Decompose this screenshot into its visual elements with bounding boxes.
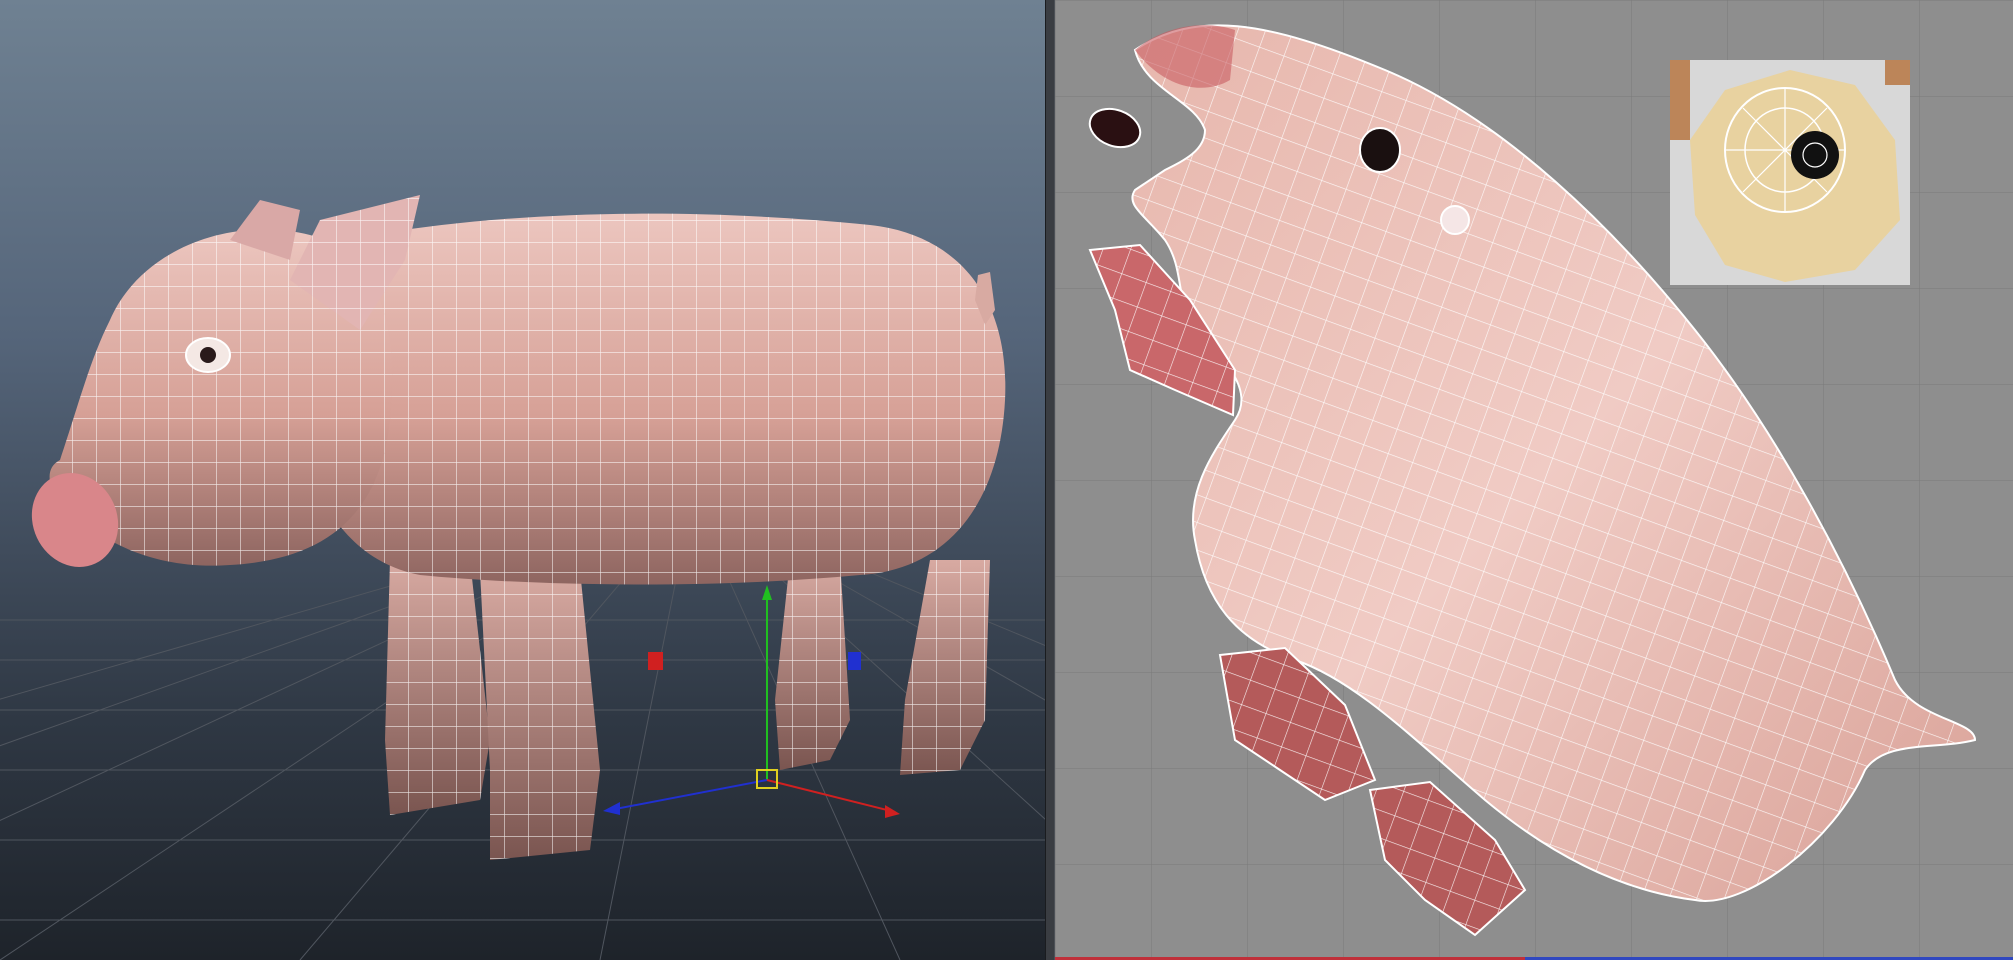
uv-ear-hole [1440,205,1470,235]
panel-divider[interactable] [1045,0,1055,960]
yz-plane-handle[interactable] [848,652,861,670]
viewport-scene [0,195,1045,960]
uv-eye-pupil [1791,131,1839,179]
y-axis-handle[interactable] [762,585,772,600]
z-axis-handle[interactable] [603,802,620,815]
uv-texture-editor[interactable] [1055,0,2013,960]
uv-eye-texture-swatch[interactable] [1670,60,1910,285]
uv-eye-hole [1359,127,1401,173]
x-axis-handle[interactable] [885,805,900,818]
xy-plane-handle[interactable] [648,652,663,670]
perspective-viewport[interactable] [0,0,1045,960]
uv-canvas [1055,0,2013,960]
uv-axis-bar [1055,956,2013,960]
pig-model[interactable] [17,195,1006,860]
